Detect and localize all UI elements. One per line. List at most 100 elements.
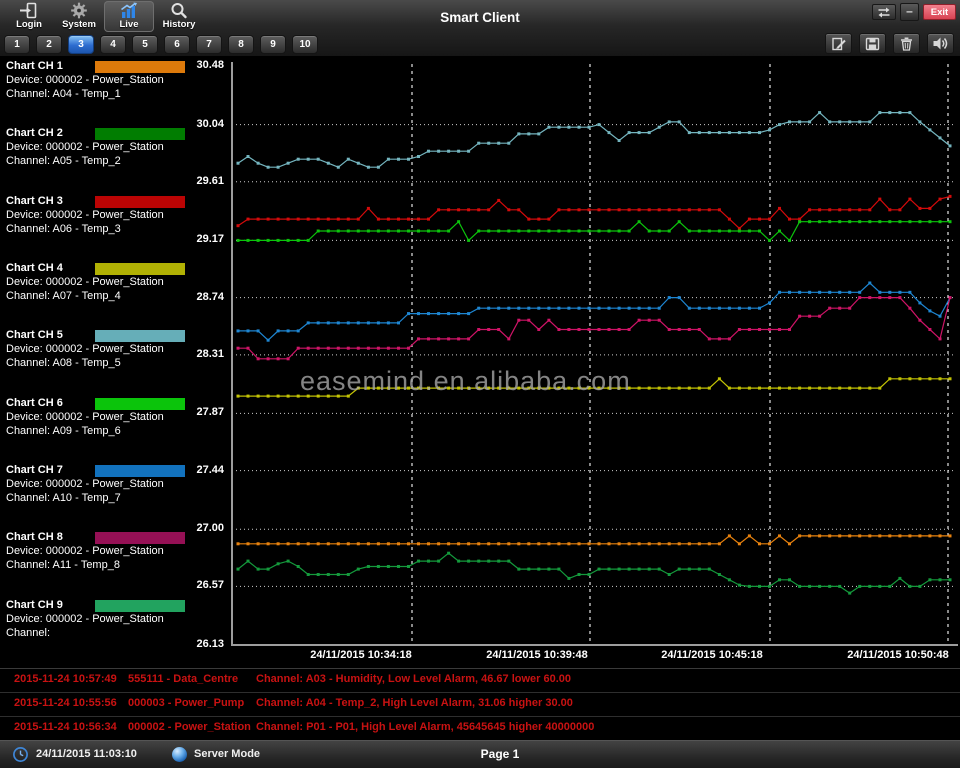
toolbar-live-label: Live: [119, 19, 138, 30]
page-tab[interactable]: 3: [68, 35, 94, 54]
alarm-row[interactable]: 2015-11-24 10:55:56 000003 - Power_Pump …: [0, 693, 960, 717]
alarm-message: Channel: A03 - Humidity, Low Level Alarm…: [256, 673, 571, 685]
channel-device: Device: 000002 - Power_Station: [6, 343, 228, 356]
alarm-time: 2015-11-24 10:56:34: [14, 721, 117, 733]
watermark: easemind.en.alibaba.com: [300, 366, 631, 397]
status-datetime: 24/11/2015 11:03:10: [36, 748, 137, 760]
channel-legend-item[interactable]: Chart CH 1 Device: 000002 - Power_Statio…: [6, 60, 228, 127]
status-bar: 24/11/2015 11:03:10 Server Mode Page 1 e…: [0, 740, 960, 768]
channel-color-swatch: [95, 61, 185, 73]
save-button[interactable]: [859, 33, 886, 54]
page-tabs: 123456789 10: [4, 35, 324, 54]
main-toolbar: Login Syst: [4, 1, 204, 32]
channel-channel: Channel: A06 - Temp_3: [6, 223, 228, 236]
channel-color-swatch: [95, 128, 185, 140]
channel-device: Device: 000002 - Power_Station: [6, 478, 228, 491]
channel-legend: Chart CH 1 Device: 000002 - Power_Statio…: [6, 60, 228, 666]
clock-icon: [12, 746, 29, 763]
channel-legend-item[interactable]: Chart CH 9 Device: 000002 - Power_Statio…: [6, 599, 228, 666]
chart-actions: [825, 33, 954, 54]
alarm-time: 2015-11-24 10:55:56: [14, 697, 117, 709]
page-indicator: Page 1: [455, 747, 545, 761]
channel-device: Device: 000002 - Power_Station: [6, 411, 228, 424]
server-mode-label: Server Mode: [194, 748, 260, 760]
alarm-row[interactable]: 2015-11-24 10:57:49 555111 - Data_Centre…: [0, 669, 960, 693]
edit-button[interactable]: [825, 33, 852, 54]
alarm-device: 000003 - Power_Pump: [128, 697, 244, 709]
channel-channel: Channel: A04 - Temp_1: [6, 88, 228, 101]
channel-channel: Channel: A08 - Temp_5: [6, 357, 228, 370]
window-controls: – Exit: [872, 3, 956, 21]
toolbar-system-button[interactable]: System: [54, 1, 104, 32]
channel-color-swatch: [95, 398, 185, 410]
channel-device: Device: 000002 - Power_Station: [6, 74, 228, 87]
delete-button[interactable]: [893, 33, 920, 54]
channel-color-swatch: [95, 330, 185, 342]
topbar: Login Syst: [0, 0, 960, 56]
page-tab[interactable]: 2: [36, 35, 62, 54]
channel-channel: Channel: A09 - Temp_6: [6, 425, 228, 438]
page-tab[interactable]: 6: [164, 35, 190, 54]
live-chart-icon: [119, 2, 139, 19]
page-tab[interactable]: 7: [196, 35, 222, 54]
page-tab[interactable]: 10: [292, 35, 318, 54]
channel-channel: Channel: A11 - Temp_8: [6, 559, 228, 572]
refresh-button[interactable]: [872, 4, 896, 20]
page-tab[interactable]: 4: [100, 35, 126, 54]
save-icon: [865, 37, 880, 51]
alarm-list: 2015-11-24 10:57:49 555111 - Data_Centre…: [0, 668, 960, 741]
exit-button[interactable]: Exit: [923, 4, 956, 20]
channel-channel: Channel: A10 - Temp_7: [6, 492, 228, 505]
channel-legend-item[interactable]: Chart CH 8 Device: 000002 - Power_Statio…: [6, 531, 228, 598]
sound-button[interactable]: [927, 33, 954, 54]
toolbar-login-label: Login: [16, 19, 42, 30]
channel-legend-item[interactable]: Chart CH 4 Device: 000002 - Power_Statio…: [6, 262, 228, 329]
toolbar-system-label: System: [62, 19, 96, 30]
toolbar-login-button[interactable]: Login: [4, 1, 54, 32]
page-tab[interactable]: 9: [260, 35, 286, 54]
alarm-message: Channel: A04 - Temp_2, High Level Alarm,…: [256, 697, 573, 709]
page-tab[interactable]: 5: [132, 35, 158, 54]
alarm-row[interactable]: 2015-11-24 10:56:34 000002 - Power_Stati…: [0, 717, 960, 741]
channel-legend-item[interactable]: Chart CH 5 Device: 000002 - Power_Statio…: [6, 329, 228, 396]
channel-legend-item[interactable]: Chart CH 2 Device: 000002 - Power_Statio…: [6, 127, 228, 194]
x-axis-label: 24/11/2015 10:39:48: [457, 649, 617, 661]
alarm-device: 555111 - Data_Centre: [128, 673, 238, 685]
x-axis-label: 24/11/2015 10:45:18: [632, 649, 792, 661]
chart-canvas: [228, 58, 960, 668]
alarm-time: 2015-11-24 10:57:49: [14, 673, 117, 685]
page-tab[interactable]: 8: [228, 35, 254, 54]
channel-device: Device: 000002 - Power_Station: [6, 141, 228, 154]
channel-device: Device: 000002 - Power_Station: [6, 276, 228, 289]
login-icon: [19, 2, 39, 19]
refresh-icon: [877, 7, 891, 18]
channel-legend-item[interactable]: Chart CH 3 Device: 000002 - Power_Statio…: [6, 195, 228, 262]
channel-color-swatch: [95, 196, 185, 208]
toolbar-live-button[interactable]: Live: [104, 1, 154, 32]
channel-device: Device: 000002 - Power_Station: [6, 545, 228, 558]
server-mode-icon: [172, 747, 187, 762]
channel-legend-item[interactable]: Chart CH 6 Device: 000002 - Power_Statio…: [6, 397, 228, 464]
toolbar-history-button[interactable]: History: [154, 1, 204, 32]
channel-channel: Channel: A05 - Temp_2: [6, 155, 228, 168]
alarm-message: Channel: P01 - P01, High Level Alarm, 45…: [256, 721, 594, 733]
x-axis-label: 24/11/2015 10:50:48: [818, 649, 960, 661]
x-axis-label: 24/11/2015 10:34:18: [281, 649, 441, 661]
channel-color-swatch: [95, 532, 185, 544]
channel-color-swatch: [95, 465, 185, 477]
channel-device: Device: 000002 - Power_Station: [6, 209, 228, 222]
alarm-device: 000002 - Power_Station: [128, 721, 251, 733]
toolbar-history-label: History: [163, 19, 196, 30]
page-tab[interactable]: 1: [4, 35, 30, 54]
minimize-button[interactable]: –: [900, 3, 919, 21]
smart-client-window: easemind.en.alibaba.com 30.4830.0429.612…: [0, 0, 960, 768]
history-icon: [169, 2, 189, 19]
channel-device: Device: 000002 - Power_Station: [6, 613, 228, 626]
edit-icon: [831, 37, 847, 51]
gear-icon: [69, 2, 89, 19]
channel-color-swatch: [95, 600, 185, 612]
trash-icon: [899, 37, 914, 51]
channel-channel: Channel: A07 - Temp_4: [6, 290, 228, 303]
channel-color-swatch: [95, 263, 185, 275]
channel-legend-item[interactable]: Chart CH 7 Device: 000002 - Power_Statio…: [6, 464, 228, 531]
